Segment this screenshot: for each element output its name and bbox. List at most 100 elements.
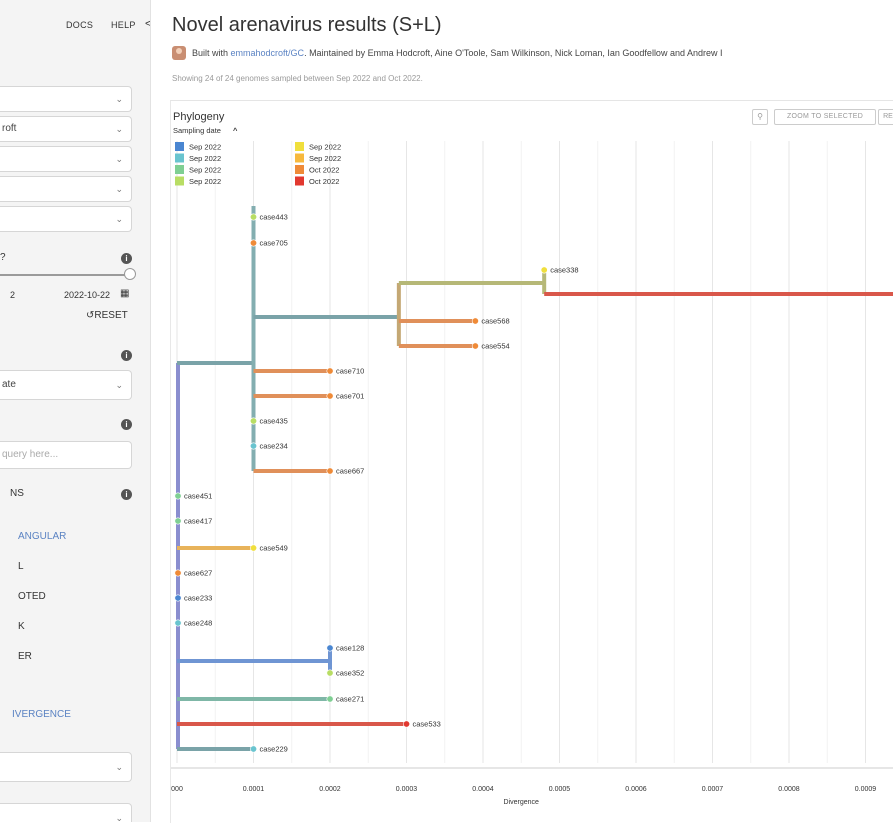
tip-case451[interactable] [174,492,182,500]
tip-case549[interactable] [250,544,258,552]
tip-case229[interactable] [250,745,258,753]
chevron-down-icon: ⌄ [115,184,123,194]
phylogeny-tree[interactable]: 000 0.0001 0.0002 0.0003 0.0004 0.0005 0.0006 0… [171,101,893,823]
x-tick-label: 0.0009 [855,786,877,793]
info-icon[interactable]: i [121,253,132,264]
dataset-dropdown[interactable]: ⌄ [0,146,132,172]
legend-label[interactable]: Sep 2022 [309,154,341,163]
tip-case352[interactable] [326,669,334,677]
maintainers-text: . Maintained by Emma Hodcroft, Aine O'To… [304,48,723,58]
legend-swatch[interactable] [295,176,304,186]
legend-swatch[interactable] [175,176,184,186]
genome-count-text: Showing 24 of 24 genomes sampled between… [172,74,423,83]
tip-case248[interactable] [174,619,182,627]
tip-case435[interactable] [250,417,258,425]
filter-placeholder: query here... [2,449,59,460]
x-axis-label: Divergence [504,799,540,806]
tip-label-case234: case234 [260,442,288,451]
calendar-icon[interactable]: ▦ [120,288,129,299]
tip-case271[interactable] [326,695,334,703]
color-by-dropdown[interactable]: ate ⌄ [0,370,132,400]
x-tick-label: 0.0001 [243,786,265,793]
tree-options-heading: NS [10,488,24,499]
legend-swatch[interactable] [295,153,304,163]
tip-case710[interactable] [326,367,334,375]
tip-label-case271: case271 [336,695,364,704]
extra-dropdown[interactable]: ⌄ [0,803,132,822]
dataset-dropdown[interactable]: roft ⌄ [0,116,132,142]
tip-case128[interactable] [326,644,334,652]
legend-swatch[interactable] [175,165,184,174]
legend-label[interactable]: Sep 2022 [309,143,341,152]
x-tick-label: 0.0002 [319,786,341,793]
legend-label[interactable]: Sep 2022 [189,177,221,186]
sidebar: DOCS HELP < ⌄ roft ⌄ ⌄ ⌄ ⌄ ? i 2 2022-10-… [0,0,151,822]
tip-case705[interactable] [250,239,258,247]
chevron-down-icon: ⌄ [115,762,123,772]
chevron-down-icon: ⌄ [115,154,123,164]
tip-label-case417: case417 [184,517,212,526]
x-tick-label: 0.0006 [625,786,647,793]
x-tick-label: 0.0003 [396,786,418,793]
tip-label-case568: case568 [481,317,509,326]
x-tick-label: 0.0004 [472,786,494,793]
tip-case667[interactable] [326,467,334,475]
tip-case533[interactable] [403,720,411,728]
dropdown-value: ate [2,379,16,390]
help-link[interactable]: HELP [111,20,136,30]
layout-option[interactable]: L [18,561,24,572]
tip-case568[interactable] [471,317,479,325]
legend-label[interactable]: Sep 2022 [189,154,221,163]
dataset-dropdown[interactable]: ⌄ [0,176,132,202]
legend-label[interactable]: Sep 2022 [189,143,221,152]
tip-case701[interactable] [326,392,334,400]
layout-option[interactable]: ER [18,651,32,662]
date-slider-track[interactable] [0,274,130,276]
legend-swatch[interactable] [175,153,184,163]
legend-label[interactable]: Oct 2022 [309,177,339,186]
date-slider-handle[interactable] [124,268,136,280]
layout-option[interactable]: OTED [18,591,46,602]
tip-case443[interactable] [250,213,258,221]
legend-swatch[interactable] [175,142,184,151]
main-content: Novel arenavirus results (S+L) Built wit… [160,0,893,823]
tip-case627[interactable] [174,569,182,577]
dropdown-value: roft [2,123,17,134]
tip-label-case128: case128 [336,644,364,653]
tip-label-case248: case248 [184,619,212,628]
x-tick-label: 000 [171,786,183,793]
tip-case417[interactable] [174,517,182,525]
tip-case234[interactable] [250,442,258,450]
tip-label-case554: case554 [481,342,509,351]
branch-length-divergence[interactable]: IVERGENCE [12,709,71,720]
info-icon[interactable]: i [121,489,132,500]
chevron-down-icon: ⌄ [115,214,123,224]
collapse-sidebar-icon[interactable]: < [145,18,150,30]
tip-case233[interactable] [174,594,182,602]
tip-label-case435: case435 [260,417,288,426]
info-icon[interactable]: i [121,419,132,430]
tip-case338[interactable] [540,266,548,274]
info-icon[interactable]: i [121,350,132,361]
docs-link[interactable]: DOCS [66,20,93,30]
legend-label[interactable]: Sep 2022 [189,166,221,175]
legend-swatch[interactable] [295,165,304,174]
date-range-label: ? [0,252,6,263]
filter-input[interactable]: query here... [0,441,132,469]
legend-label[interactable]: Oct 2022 [309,166,339,175]
chevron-up-icon[interactable]: ^ [233,126,238,135]
layout-option[interactable]: K [18,621,25,632]
tip-label-case710: case710 [336,367,364,376]
x-tick-label: 0.0008 [778,786,800,793]
reset-button[interactable]: ↺RESET [86,310,128,321]
tip-label-case229: case229 [260,745,288,754]
layout-option[interactable]: ANGULAR [18,531,66,542]
legend-swatch[interactable] [295,142,304,151]
tip-case554[interactable] [471,342,479,350]
extra-dropdown[interactable]: ⌄ [0,752,132,782]
dataset-dropdown[interactable]: ⌄ [0,86,132,112]
dataset-dropdown[interactable]: ⌄ [0,206,132,232]
tip-label-case549: case549 [260,544,288,553]
chevron-down-icon: ⌄ [115,813,123,822]
github-link[interactable]: emmahodcroft/GC [231,48,305,58]
